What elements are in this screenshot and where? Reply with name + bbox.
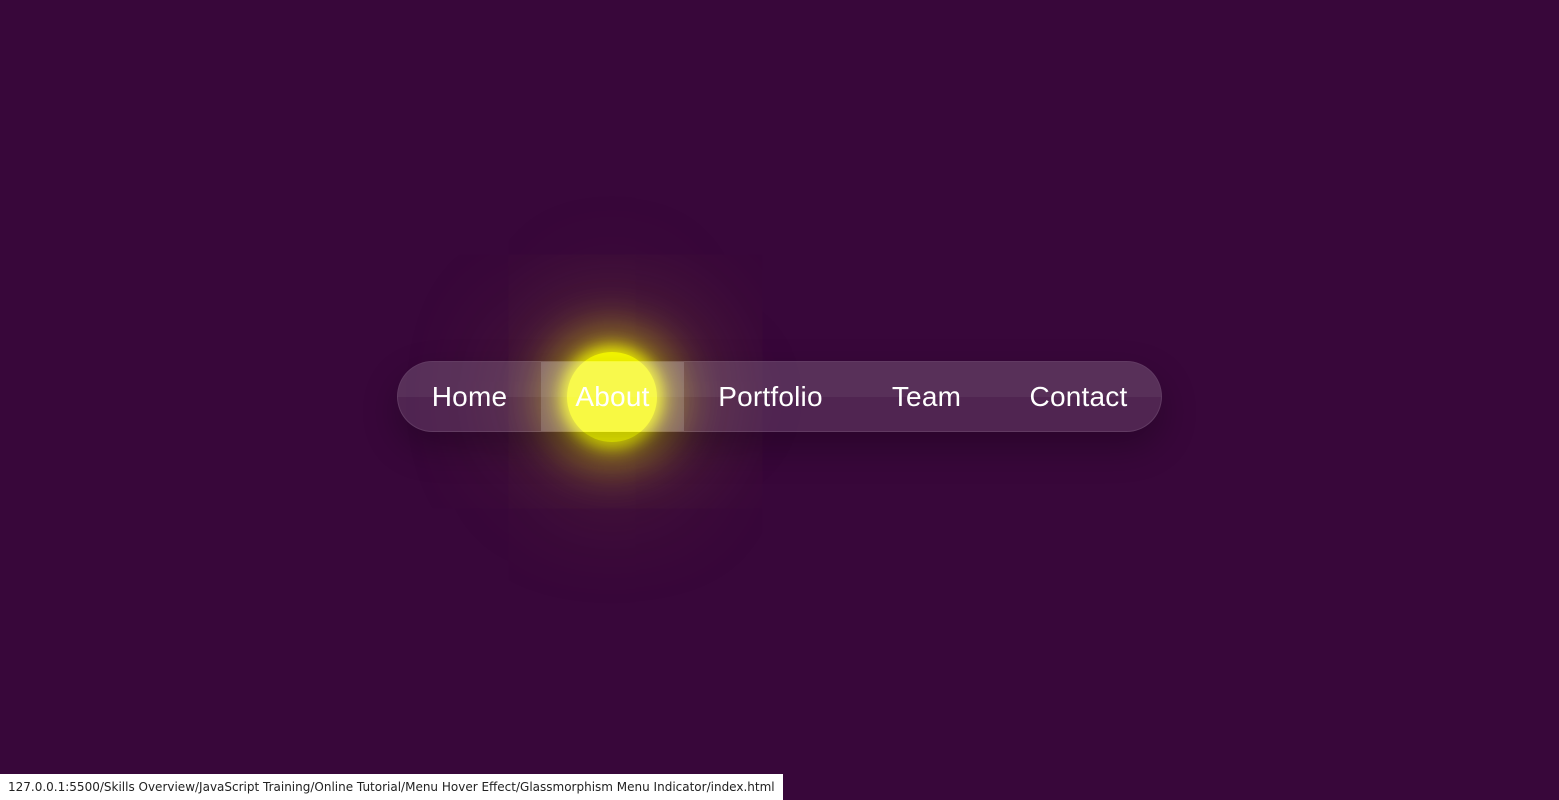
- glass-menu: Home About Portfolio Team Contact: [397, 361, 1162, 432]
- menu-item-label: Portfolio: [718, 380, 823, 412]
- menu-item-team[interactable]: Team: [857, 362, 996, 431]
- menu-item-label: Team: [891, 380, 962, 412]
- menu-item-portfolio[interactable]: Portfolio: [684, 362, 857, 431]
- menu-item-label: Contact: [1029, 380, 1128, 412]
- menu-item-label: Home: [431, 380, 508, 412]
- browser-status-bar: 127.0.0.1:5500/Skills Overview/JavaScrip…: [0, 774, 783, 800]
- status-url: 127.0.0.1:5500/Skills Overview/JavaScrip…: [8, 780, 775, 794]
- menu-item-label: About: [575, 380, 650, 412]
- menu-item-about[interactable]: About: [541, 362, 684, 431]
- menu-item-contact[interactable]: Contact: [996, 362, 1161, 431]
- menu-item-home[interactable]: Home: [398, 362, 541, 431]
